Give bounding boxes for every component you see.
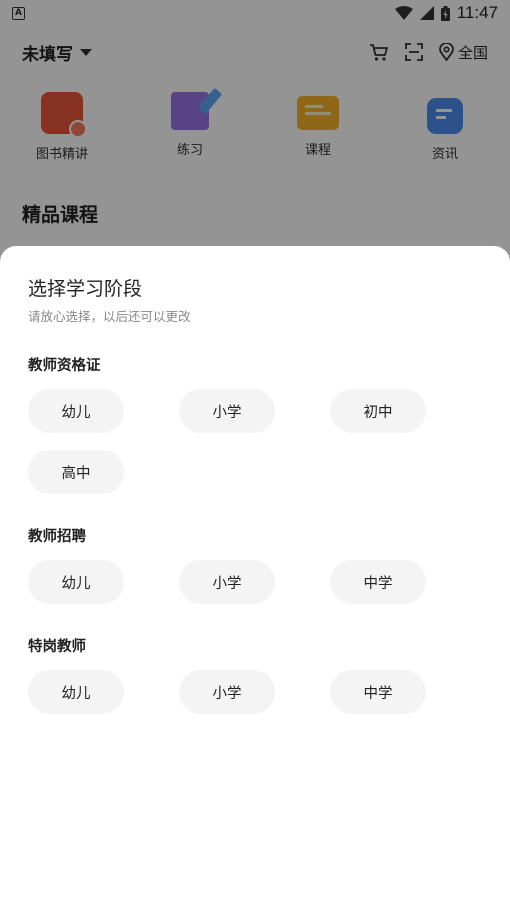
stage-selection-sheet: 选择学习阶段 请放心选择，以后还可以更改 教师资格证 幼儿 小学 初中 高中 教… — [0, 246, 510, 906]
option-teacher-cert-senior-high[interactable]: 高中 — [28, 450, 124, 494]
group-label-teacher-recruit: 教师招聘 — [28, 529, 86, 545]
option-special-post-middle[interactable]: 中学 — [330, 670, 426, 714]
option-teacher-recruit-kindergarten[interactable]: 幼儿 — [28, 560, 124, 604]
group-label-special-post: 特岗教师 — [28, 639, 86, 655]
option-teacher-cert-kindergarten[interactable]: 幼儿 — [28, 389, 124, 433]
sheet-title: 选择学习阶段 — [28, 278, 143, 300]
option-special-post-kindergarten[interactable]: 幼儿 — [28, 670, 124, 714]
option-teacher-recruit-primary[interactable]: 小学 — [179, 560, 275, 604]
option-teacher-cert-junior-high[interactable]: 初中 — [330, 389, 426, 433]
sheet-subtitle: 请放心选择，以后还可以更改 — [28, 309, 191, 324]
option-teacher-cert-primary[interactable]: 小学 — [179, 389, 275, 433]
option-special-post-primary[interactable]: 小学 — [179, 670, 275, 714]
group-label-teacher-cert: 教师资格证 — [28, 358, 101, 374]
option-teacher-recruit-middle[interactable]: 中学 — [330, 560, 426, 604]
